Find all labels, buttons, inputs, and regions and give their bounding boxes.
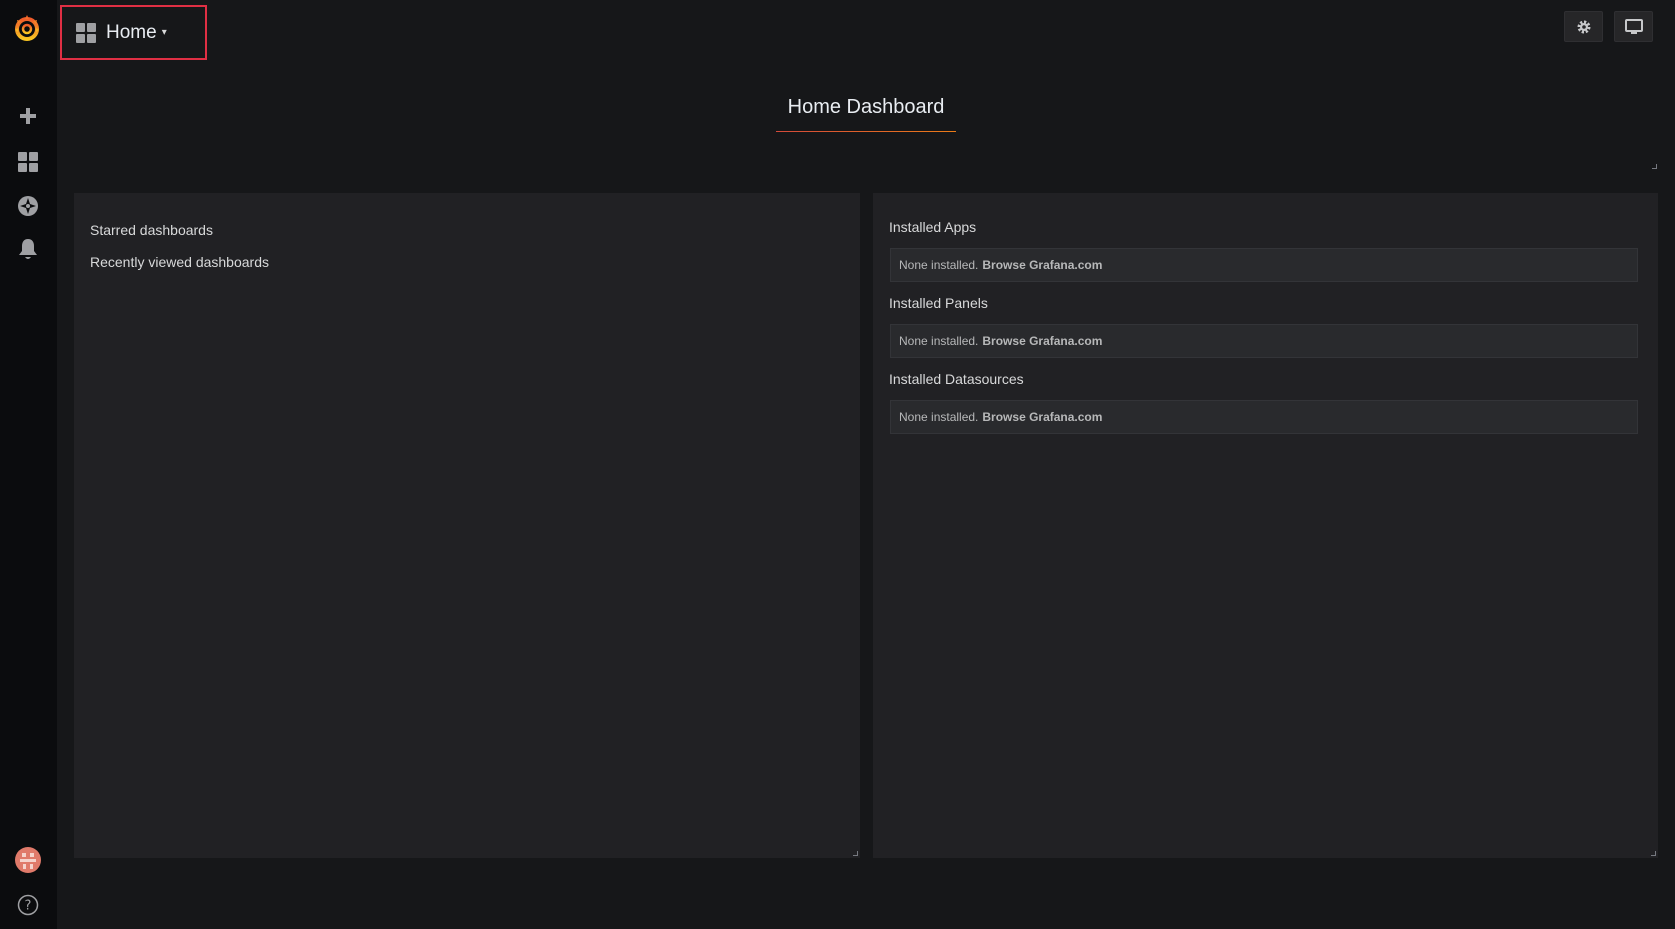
dashboard-list-panel: Starred dashboards Recently viewed dashb… bbox=[74, 193, 860, 858]
explore-icon[interactable] bbox=[13, 191, 43, 221]
none-installed-text: None installed. bbox=[899, 258, 979, 272]
dashboard-title-text: Home Dashboard bbox=[787, 96, 945, 118]
avatar-icon[interactable] bbox=[13, 845, 43, 875]
browse-grafana-link[interactable]: Browse Grafana.com bbox=[982, 258, 1102, 272]
title-underline bbox=[776, 131, 956, 132]
installed-apps-box: None installed. Browse Grafana.com bbox=[890, 248, 1638, 282]
none-installed-text: None installed. bbox=[899, 334, 979, 348]
panel-resize-handle[interactable] bbox=[1651, 851, 1656, 856]
settings-button[interactable] bbox=[1564, 11, 1603, 42]
gear-icon bbox=[1577, 20, 1590, 33]
plus-icon[interactable] bbox=[13, 101, 43, 131]
browse-grafana-link[interactable]: Browse Grafana.com bbox=[982, 410, 1102, 424]
installed-datasources-title: Installed Datasources bbox=[889, 371, 1024, 387]
installed-panels-title: Installed Panels bbox=[889, 295, 988, 311]
dashboard-grid-icon bbox=[76, 22, 96, 43]
tv-mode-button[interactable] bbox=[1614, 11, 1653, 42]
help-icon[interactable]: ? bbox=[13, 890, 43, 920]
browse-grafana-link[interactable]: Browse Grafana.com bbox=[982, 334, 1102, 348]
grafana-logo-icon[interactable] bbox=[10, 11, 44, 45]
dashboard-picker-label: Home bbox=[106, 21, 157, 43]
panel-resize-handle[interactable] bbox=[1652, 164, 1657, 169]
installed-datasources-box: None installed. Browse Grafana.com bbox=[890, 400, 1638, 434]
bell-icon[interactable] bbox=[13, 234, 43, 264]
installed-apps-title: Installed Apps bbox=[889, 219, 977, 235]
dashboard-picker-button[interactable]: Home ▾ bbox=[60, 5, 207, 60]
panel-resize-handle[interactable] bbox=[853, 851, 858, 856]
svg-text:?: ? bbox=[25, 899, 32, 914]
starred-dashboards-link[interactable]: Starred dashboards bbox=[90, 222, 213, 238]
none-installed-text: None installed. bbox=[899, 410, 979, 424]
monitor-icon bbox=[1624, 18, 1643, 34]
top-navbar: Home ▾ bbox=[57, 0, 1675, 60]
sidebar: ? bbox=[0, 0, 57, 929]
installed-panels-box: None installed. Browse Grafana.com bbox=[890, 324, 1638, 358]
caret-down-icon: ▾ bbox=[161, 27, 167, 38]
dashboards-icon[interactable] bbox=[13, 147, 43, 177]
recent-dashboards-link[interactable]: Recently viewed dashboards bbox=[90, 254, 269, 270]
dashboard-title: Home Dashboard bbox=[776, 96, 956, 132]
plugin-list-panel: Installed Apps None installed. Browse Gr… bbox=[873, 193, 1658, 858]
